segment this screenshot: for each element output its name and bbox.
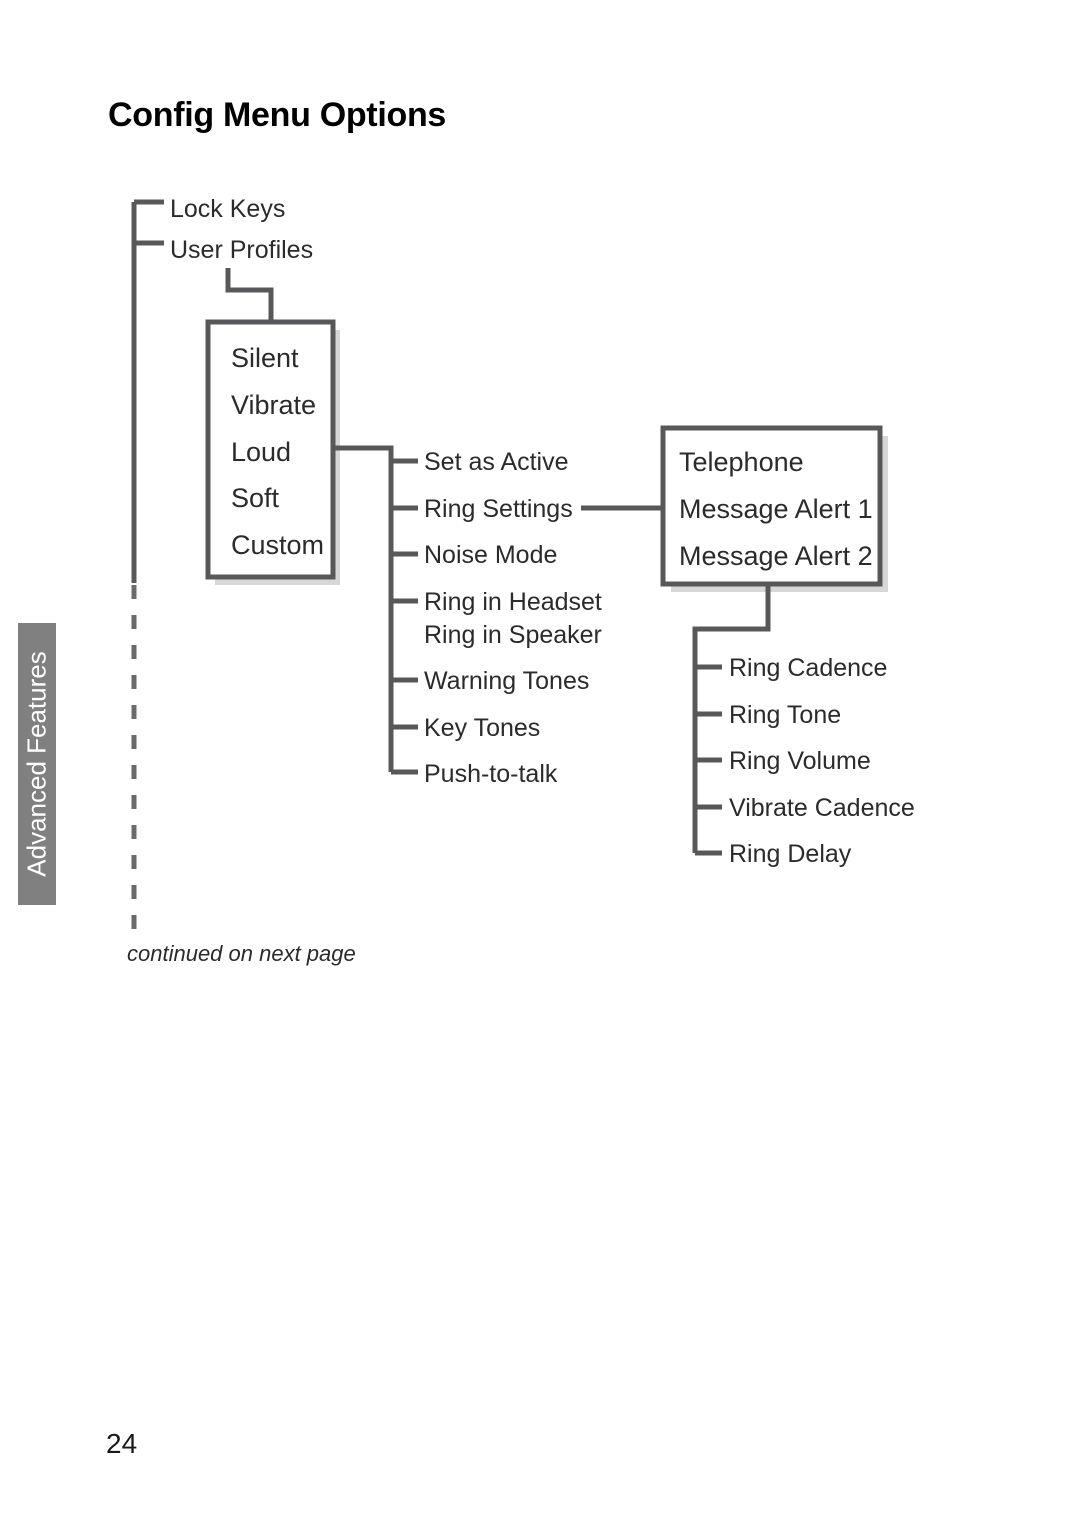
tree-node-key-tones: Key Tones <box>424 714 540 742</box>
box-item-telephone: Telephone <box>679 447 804 477</box>
tree-node-warning-tones: Warning Tones <box>424 667 589 695</box>
connector-user-profiles-to-box <box>225 268 274 322</box>
tree-node-set-as-active: Set as Active <box>424 448 569 476</box>
config-menu-tree-diagram: Lock Keys User Profiles Silent Vibrate L… <box>131 195 915 935</box>
box-item-loud: Loud <box>231 437 291 467</box>
tree-node-ring-cadence: Ring Cadence <box>729 654 887 682</box>
tree-node-ring-delay: Ring Delay <box>729 840 852 868</box>
tree-node-ring-tone: Ring Tone <box>729 701 841 729</box>
tree-node-ring-settings: Ring Settings <box>424 495 573 523</box>
box-item-soft: Soft <box>231 483 280 513</box>
continued-on-next-page-note: continued on next page <box>127 941 356 966</box>
tree-node-vibrate-cadence: Vibrate Cadence <box>729 794 915 822</box>
tree-node-ring-in-headset: Ring in Headset <box>424 588 602 616</box>
tree-node-lock-keys: Lock Keys <box>170 195 285 223</box>
box-item-message-alert-1: Message Alert 1 <box>679 494 873 524</box>
tree-node-user-profiles: User Profiles <box>170 236 313 264</box>
tree-node-ring-in-speaker: Ring in Speaker <box>424 621 602 649</box>
box-item-custom: Custom <box>231 530 324 560</box>
connector-box-to-profile-options <box>333 445 394 772</box>
box-item-vibrate: Vibrate <box>231 390 316 420</box>
box-item-message-alert-2: Message Alert 2 <box>679 541 873 571</box>
tree-node-noise-mode: Noise Mode <box>424 541 557 569</box>
box-item-silent: Silent <box>231 343 299 373</box>
tree-node-push-to-talk: Push-to-talk <box>424 760 558 788</box>
tree-node-ring-volume: Ring Volume <box>729 747 871 775</box>
page-number: 24 <box>106 1428 138 1459</box>
